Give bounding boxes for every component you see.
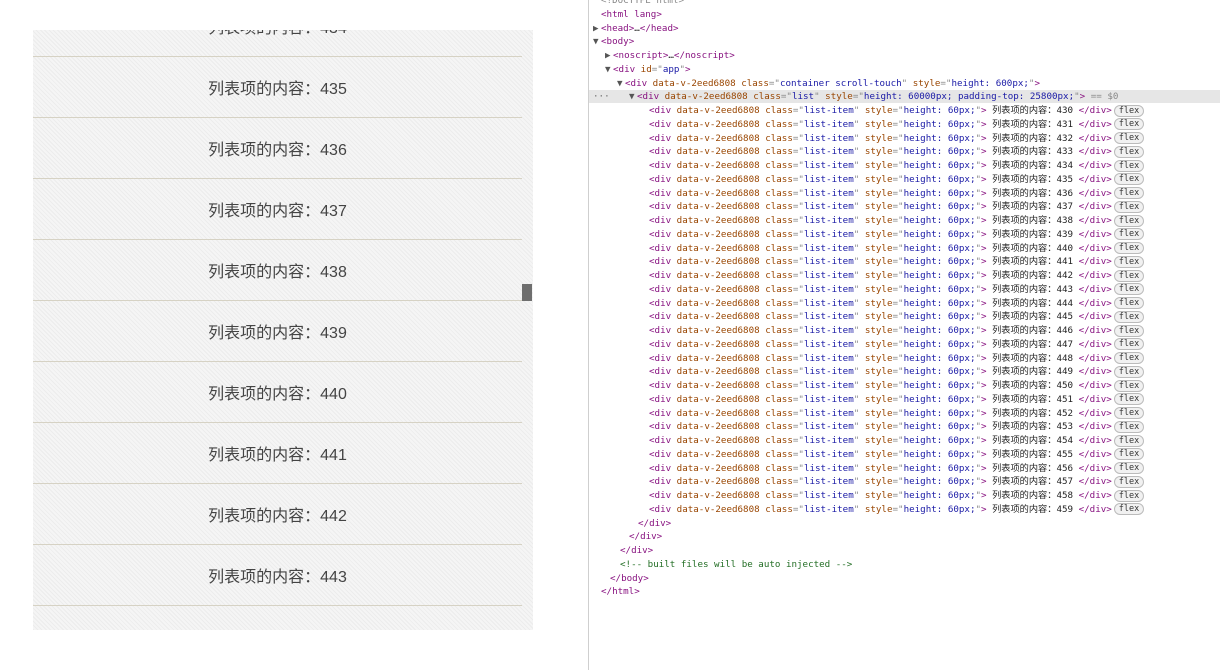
list-item: 列表项的内容：437 — [33, 179, 522, 240]
flex-badge[interactable]: flex — [1113, 352, 1145, 364]
flex-badge[interactable]: flex — [1113, 132, 1145, 144]
flex-badge[interactable]: flex — [1113, 242, 1145, 254]
flex-badge[interactable]: flex — [1113, 214, 1145, 227]
scroll-container[interactable]: 列表项的内容：434列表项的内容：435列表项的内容：436列表项的内容：437… — [33, 30, 533, 630]
devtools-list-div[interactable]: ··· ▼ <div data-v-2eed6808 class="list" st… — [589, 90, 1220, 104]
list-item: 列表项的内容：442 — [33, 484, 522, 545]
expand-arrow-icon[interactable]: ▶ — [593, 22, 601, 35]
flex-badge[interactable]: flex — [1113, 393, 1145, 406]
scrollbar-thumb[interactable] — [522, 284, 532, 301]
flex-badge[interactable]: flex — [1113, 159, 1145, 172]
flex-badge[interactable]: flex — [1113, 297, 1145, 309]
virtual-list: 列表项的内容：434列表项的内容：435列表项的内容：436列表项的内容：437… — [33, 30, 522, 606]
flex-badge[interactable]: flex — [1113, 475, 1145, 488]
expand-arrow-icon[interactable]: ▶ — [605, 49, 613, 62]
list-item: 列表项的内容：434 — [33, 30, 522, 57]
flex-badge[interactable]: flex — [1113, 228, 1145, 241]
collapse-arrow-icon[interactable]: ▼ — [593, 35, 601, 48]
flex-badge[interactable]: flex — [1113, 145, 1145, 158]
more-actions-icon[interactable]: ··· — [593, 90, 610, 103]
flex-badge[interactable]: flex — [1113, 365, 1145, 378]
list-item: 列表项的内容：441 — [33, 423, 522, 484]
list-item: 列表项的内容：435 — [33, 57, 522, 118]
flex-badge[interactable]: flex — [1113, 503, 1145, 516]
flex-badge[interactable]: flex — [1113, 200, 1145, 213]
rendered-page: 列表项的内容：434列表项的内容：435列表项的内容：436列表项的内容：437… — [0, 0, 588, 670]
flex-badge[interactable]: flex — [1113, 448, 1145, 461]
flex-badge[interactable]: flex — [1113, 283, 1145, 296]
collapse-arrow-icon[interactable]: ▼ — [605, 63, 613, 76]
flex-badge[interactable]: flex — [1113, 173, 1145, 186]
flex-badge[interactable]: flex — [1113, 462, 1145, 474]
list-item: 列表项的内容：438 — [33, 240, 522, 301]
flex-badge[interactable]: flex — [1113, 310, 1145, 323]
list-item: 列表项的内容：436 — [33, 118, 522, 179]
flex-badge[interactable]: flex — [1113, 407, 1145, 419]
flex-badge[interactable]: flex — [1113, 489, 1145, 502]
flex-badge[interactable]: flex — [1113, 420, 1145, 433]
list-item: 列表项的内容：440 — [33, 362, 522, 423]
flex-badge[interactable]: flex — [1113, 269, 1145, 282]
devtools-elements-panel: <!DOCTYPE html> <html lang> ▶ <head>…</head… — [588, 0, 1220, 670]
list-item: 列表项的内容：443 — [33, 545, 522, 606]
flex-badge[interactable]: flex — [1113, 104, 1145, 117]
flex-badge[interactable]: flex — [1113, 338, 1145, 351]
flex-badge[interactable]: flex — [1113, 118, 1145, 131]
collapse-arrow-icon[interactable]: ▼ — [629, 90, 637, 103]
flex-badge[interactable]: flex — [1113, 187, 1145, 199]
flex-badge[interactable]: flex — [1113, 324, 1145, 337]
flex-badge[interactable]: flex — [1113, 379, 1145, 392]
flex-badge[interactable]: flex — [1113, 434, 1145, 447]
flex-badge[interactable]: flex — [1113, 255, 1145, 268]
list-item: 列表项的内容：439 — [33, 301, 522, 362]
collapse-arrow-icon[interactable]: ▼ — [617, 77, 625, 90]
